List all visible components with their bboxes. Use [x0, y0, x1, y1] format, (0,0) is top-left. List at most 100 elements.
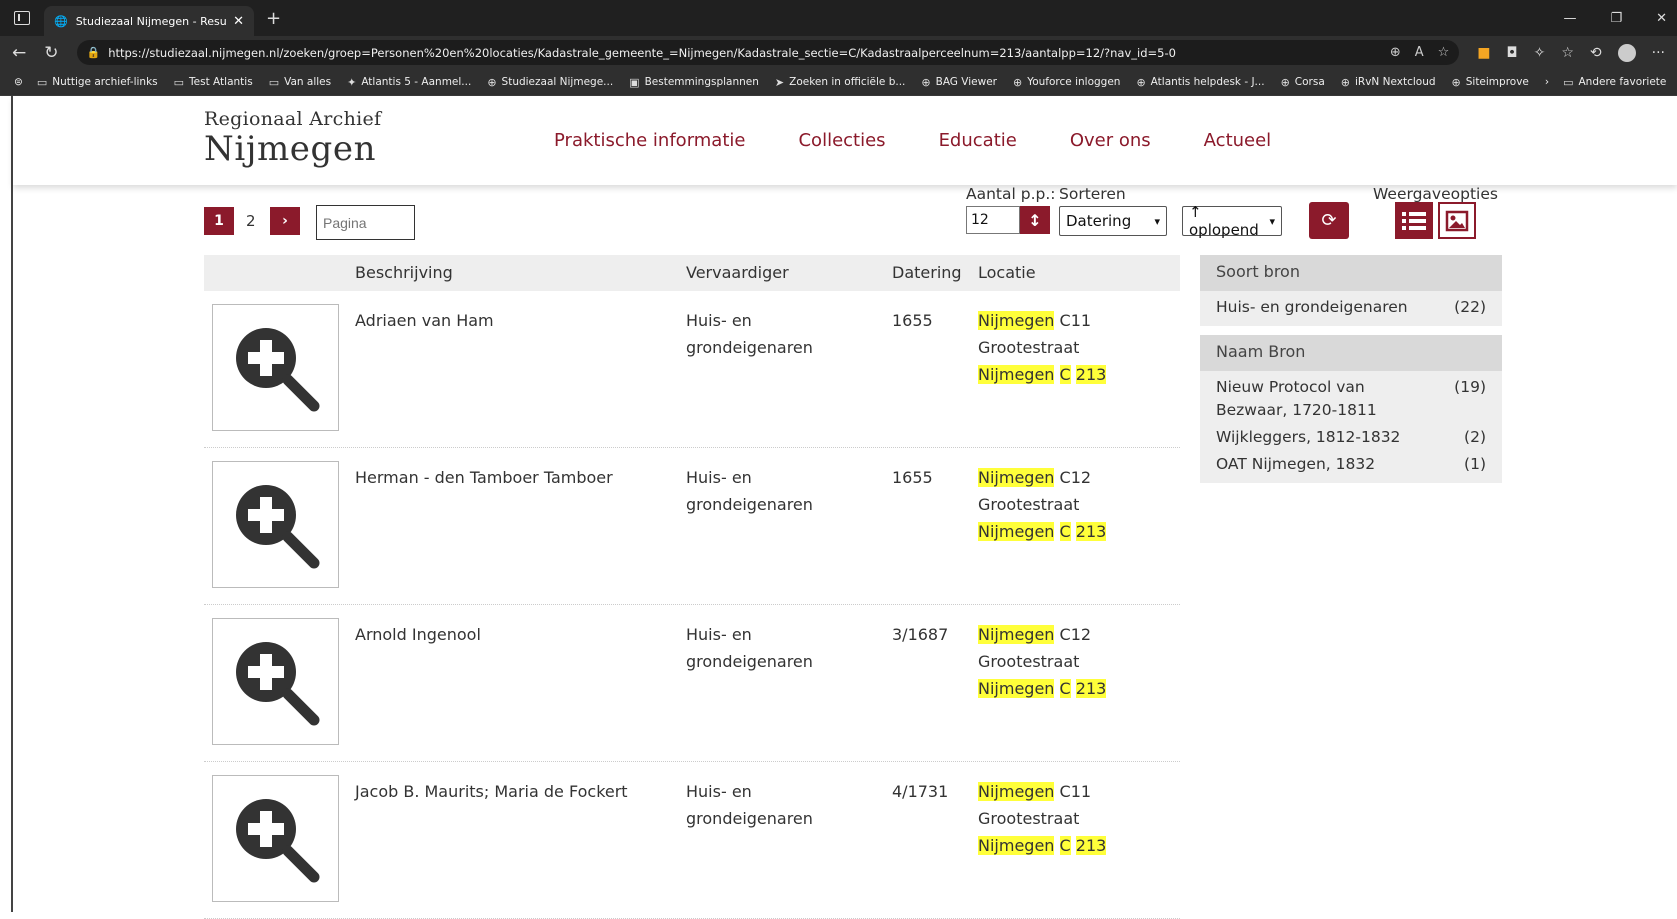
bookmark-item[interactable]: ➤ Zoeken in officiële b...: [775, 76, 905, 89]
facet-item-label: Nieuw Protocol van Bezwaar, 1720-1811: [1216, 378, 1377, 419]
bookmark-item[interactable]: ▭ Test Atlantis: [174, 76, 253, 89]
per-page-apply-button[interactable]: ↕: [1020, 206, 1050, 234]
header-description[interactable]: Beschrijving: [355, 263, 453, 282]
facet-item[interactable]: Wijkleggers, 1812-1832 (2): [1216, 424, 1486, 451]
extension-icon[interactable]: ■: [1477, 45, 1490, 61]
row-description[interactable]: Adriaen van Ham: [355, 307, 675, 334]
lock-icon[interactable]: 🔒: [87, 46, 101, 59]
header-date[interactable]: Datering: [892, 263, 962, 282]
bookmark-label: Youforce inloggen: [1027, 76, 1121, 88]
bookmark-item[interactable]: ✦ Atlantis 5 - Aanmel...: [347, 76, 471, 89]
sort-select[interactable]: Datering ▾: [1059, 206, 1167, 236]
read-aloud-icon[interactable]: A: [1415, 45, 1424, 60]
zoom-icon[interactable]: ⊕: [1390, 45, 1401, 60]
more-menu-icon[interactable]: ···: [1652, 45, 1665, 61]
bookmark-item[interactable]: ⊕ Corsa: [1281, 76, 1325, 89]
folder-icon: ▭: [36, 75, 48, 89]
results-table: Beschrijving Vervaardiger Datering Locat…: [204, 255, 1180, 919]
zoom-in-icon: [235, 484, 319, 568]
reload-icon[interactable]: ↻: [44, 43, 58, 63]
bookmark-item[interactable]: ⊕ Youforce inloggen: [1013, 76, 1120, 89]
minimize-icon[interactable]: —: [1563, 11, 1576, 26]
table-row[interactable]: Herman - den Tamboer Tamboer Huis- en gr…: [204, 448, 1180, 605]
thumbnail-placeholder[interactable]: [212, 775, 339, 902]
facet-item[interactable]: Huis- en grondeigenaren (22): [1216, 294, 1486, 321]
thumbnail-placeholder[interactable]: [212, 461, 339, 588]
table-row[interactable]: Jacob B. Maurits; Maria de Fockert Huis-…: [204, 762, 1180, 919]
close-window-icon[interactable]: ✕: [1656, 11, 1667, 26]
favorites-icon[interactable]: ☆: [1561, 45, 1574, 61]
bookmark-label: Van alles: [284, 76, 332, 88]
list-view-button[interactable]: [1395, 202, 1433, 239]
order-select[interactable]: ↑ oplopend ▾: [1182, 203, 1282, 239]
new-tab-icon[interactable]: +: [266, 8, 281, 29]
url-field[interactable]: 🔒 https://studiezaal.nijmegen.nl/zoeken/…: [76, 40, 1460, 65]
facet-item[interactable]: Nieuw Protocol van Bezwaar, 1720-1811 (19…: [1216, 374, 1486, 424]
facet-list: Huis- en grondeigenaren (22): [1200, 291, 1502, 326]
globe-icon: ⊕: [921, 75, 931, 89]
bookmark-label: Test Atlantis: [189, 76, 253, 88]
back-icon[interactable]: ←: [12, 43, 26, 63]
thumbnail-placeholder[interactable]: [212, 618, 339, 745]
table-row[interactable]: Adriaen van Ham Huis- en grondeigenaren …: [204, 291, 1180, 448]
gallery-view-button[interactable]: [1438, 202, 1476, 239]
main-navigation: Praktische informatie Collecties Educati…: [554, 130, 1324, 151]
bookmark-item[interactable]: ⊕ Studiezaal Nijmege...: [487, 76, 613, 89]
bookmark-item[interactable]: ⊕ Siteimprove: [1452, 76, 1529, 89]
window-controls: — ❐ ✕: [1563, 11, 1677, 26]
nav-collecties[interactable]: Collecties: [798, 130, 885, 151]
puzzle-icon[interactable]: ✧: [1534, 45, 1546, 61]
row-description[interactable]: Arnold Ingenool: [355, 621, 675, 648]
logo-subtitle: Regionaal Archief: [204, 108, 382, 130]
table-header: Beschrijving Vervaardiger Datering Locat…: [204, 255, 1180, 291]
bookmark-item[interactable]: ▣ Bestemmingsplannen: [629, 76, 759, 89]
bookmark-item[interactable]: ⊕ iRvN Nextcloud: [1341, 76, 1436, 89]
page-number-input[interactable]: [316, 205, 415, 240]
sidebar-toggle-icon[interactable]: [14, 11, 30, 25]
reading-list-icon[interactable]: ⊜: [14, 76, 23, 88]
web-page: Regionaal Archief Nijmegen Praktische in…: [11, 96, 1677, 919]
bookmark-other-favorites[interactable]: ▭ Andere favoriete: [1563, 76, 1666, 89]
thumbnail-placeholder[interactable]: [212, 304, 339, 431]
zoom-in-icon: [235, 798, 319, 882]
nav-actueel[interactable]: Actueel: [1204, 130, 1272, 151]
bookmark-item[interactable]: ▭ Van alles: [269, 76, 331, 89]
cadastre-number-highlight: 213: [1075, 365, 1107, 384]
folder-icon: ▭: [173, 75, 185, 89]
history-icon[interactable]: ⟲: [1590, 45, 1602, 61]
nav-over-ons[interactable]: Over ons: [1070, 130, 1151, 151]
facet-item[interactable]: OAT Nijmegen, 1832 (1): [1216, 451, 1486, 478]
row-location: Nijmegen C11 Grootestraat Nijmegen C 213: [978, 778, 1168, 859]
close-tab-icon[interactable]: ✕: [233, 14, 244, 29]
more-bookmarks-icon[interactable]: ›: [1545, 76, 1549, 88]
nav-educatie[interactable]: Educatie: [939, 130, 1017, 151]
arrow-icon: ➤: [774, 75, 785, 89]
shield-icon[interactable]: ◘: [1507, 45, 1518, 61]
row-description[interactable]: Jacob B. Maurits; Maria de Fockert: [355, 778, 675, 805]
chevron-down-icon: ▾: [1269, 214, 1275, 228]
favorite-star-icon[interactable]: ☆: [1438, 45, 1450, 60]
zoom-in-icon: [235, 641, 319, 725]
bookmark-item[interactable]: ⊕ Atlantis helpdesk - J...: [1136, 76, 1264, 89]
per-page-label: Aantal p.p.:: [966, 185, 1056, 203]
per-page-input[interactable]: 12: [966, 206, 1020, 234]
next-page-button[interactable]: ›: [270, 207, 300, 235]
page-button-2[interactable]: 2: [246, 212, 256, 230]
table-row[interactable]: Arnold Ingenool Huis- en grondeigenaren …: [204, 605, 1180, 762]
restore-icon[interactable]: ❐: [1610, 11, 1622, 26]
nav-praktische-informatie[interactable]: Praktische informatie: [554, 130, 745, 151]
cadastre-number-highlight: 213: [1075, 522, 1107, 541]
bookmark-item[interactable]: ▭ Nuttige archief-links: [37, 76, 158, 89]
header-maker[interactable]: Vervaardiger: [686, 263, 789, 282]
row-location: Nijmegen C12 Grootestraat Nijmegen C 213: [978, 464, 1168, 545]
browser-tab[interactable]: 🌐 Studiezaal Nijmegen - Resultaten ✕: [44, 6, 254, 36]
bookmark-item[interactable]: ⊕ BAG Viewer: [921, 76, 997, 89]
page-button-current[interactable]: 1: [204, 207, 234, 235]
site-logo[interactable]: Regionaal Archief Nijmegen: [204, 108, 381, 168]
row-description[interactable]: Herman - den Tamboer Tamboer: [355, 464, 675, 491]
refresh-button[interactable]: ⟳: [1309, 202, 1349, 239]
profile-avatar[interactable]: [1617, 43, 1636, 62]
header-location[interactable]: Locatie: [978, 263, 1036, 282]
list-icon: [1402, 211, 1426, 230]
bookmark-label: Corsa: [1294, 76, 1325, 88]
